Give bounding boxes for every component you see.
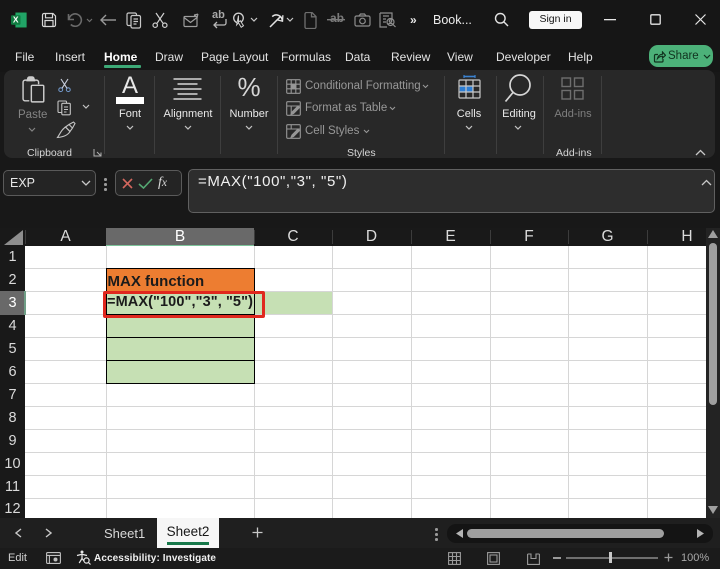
svg-text:X: X [13,15,19,25]
